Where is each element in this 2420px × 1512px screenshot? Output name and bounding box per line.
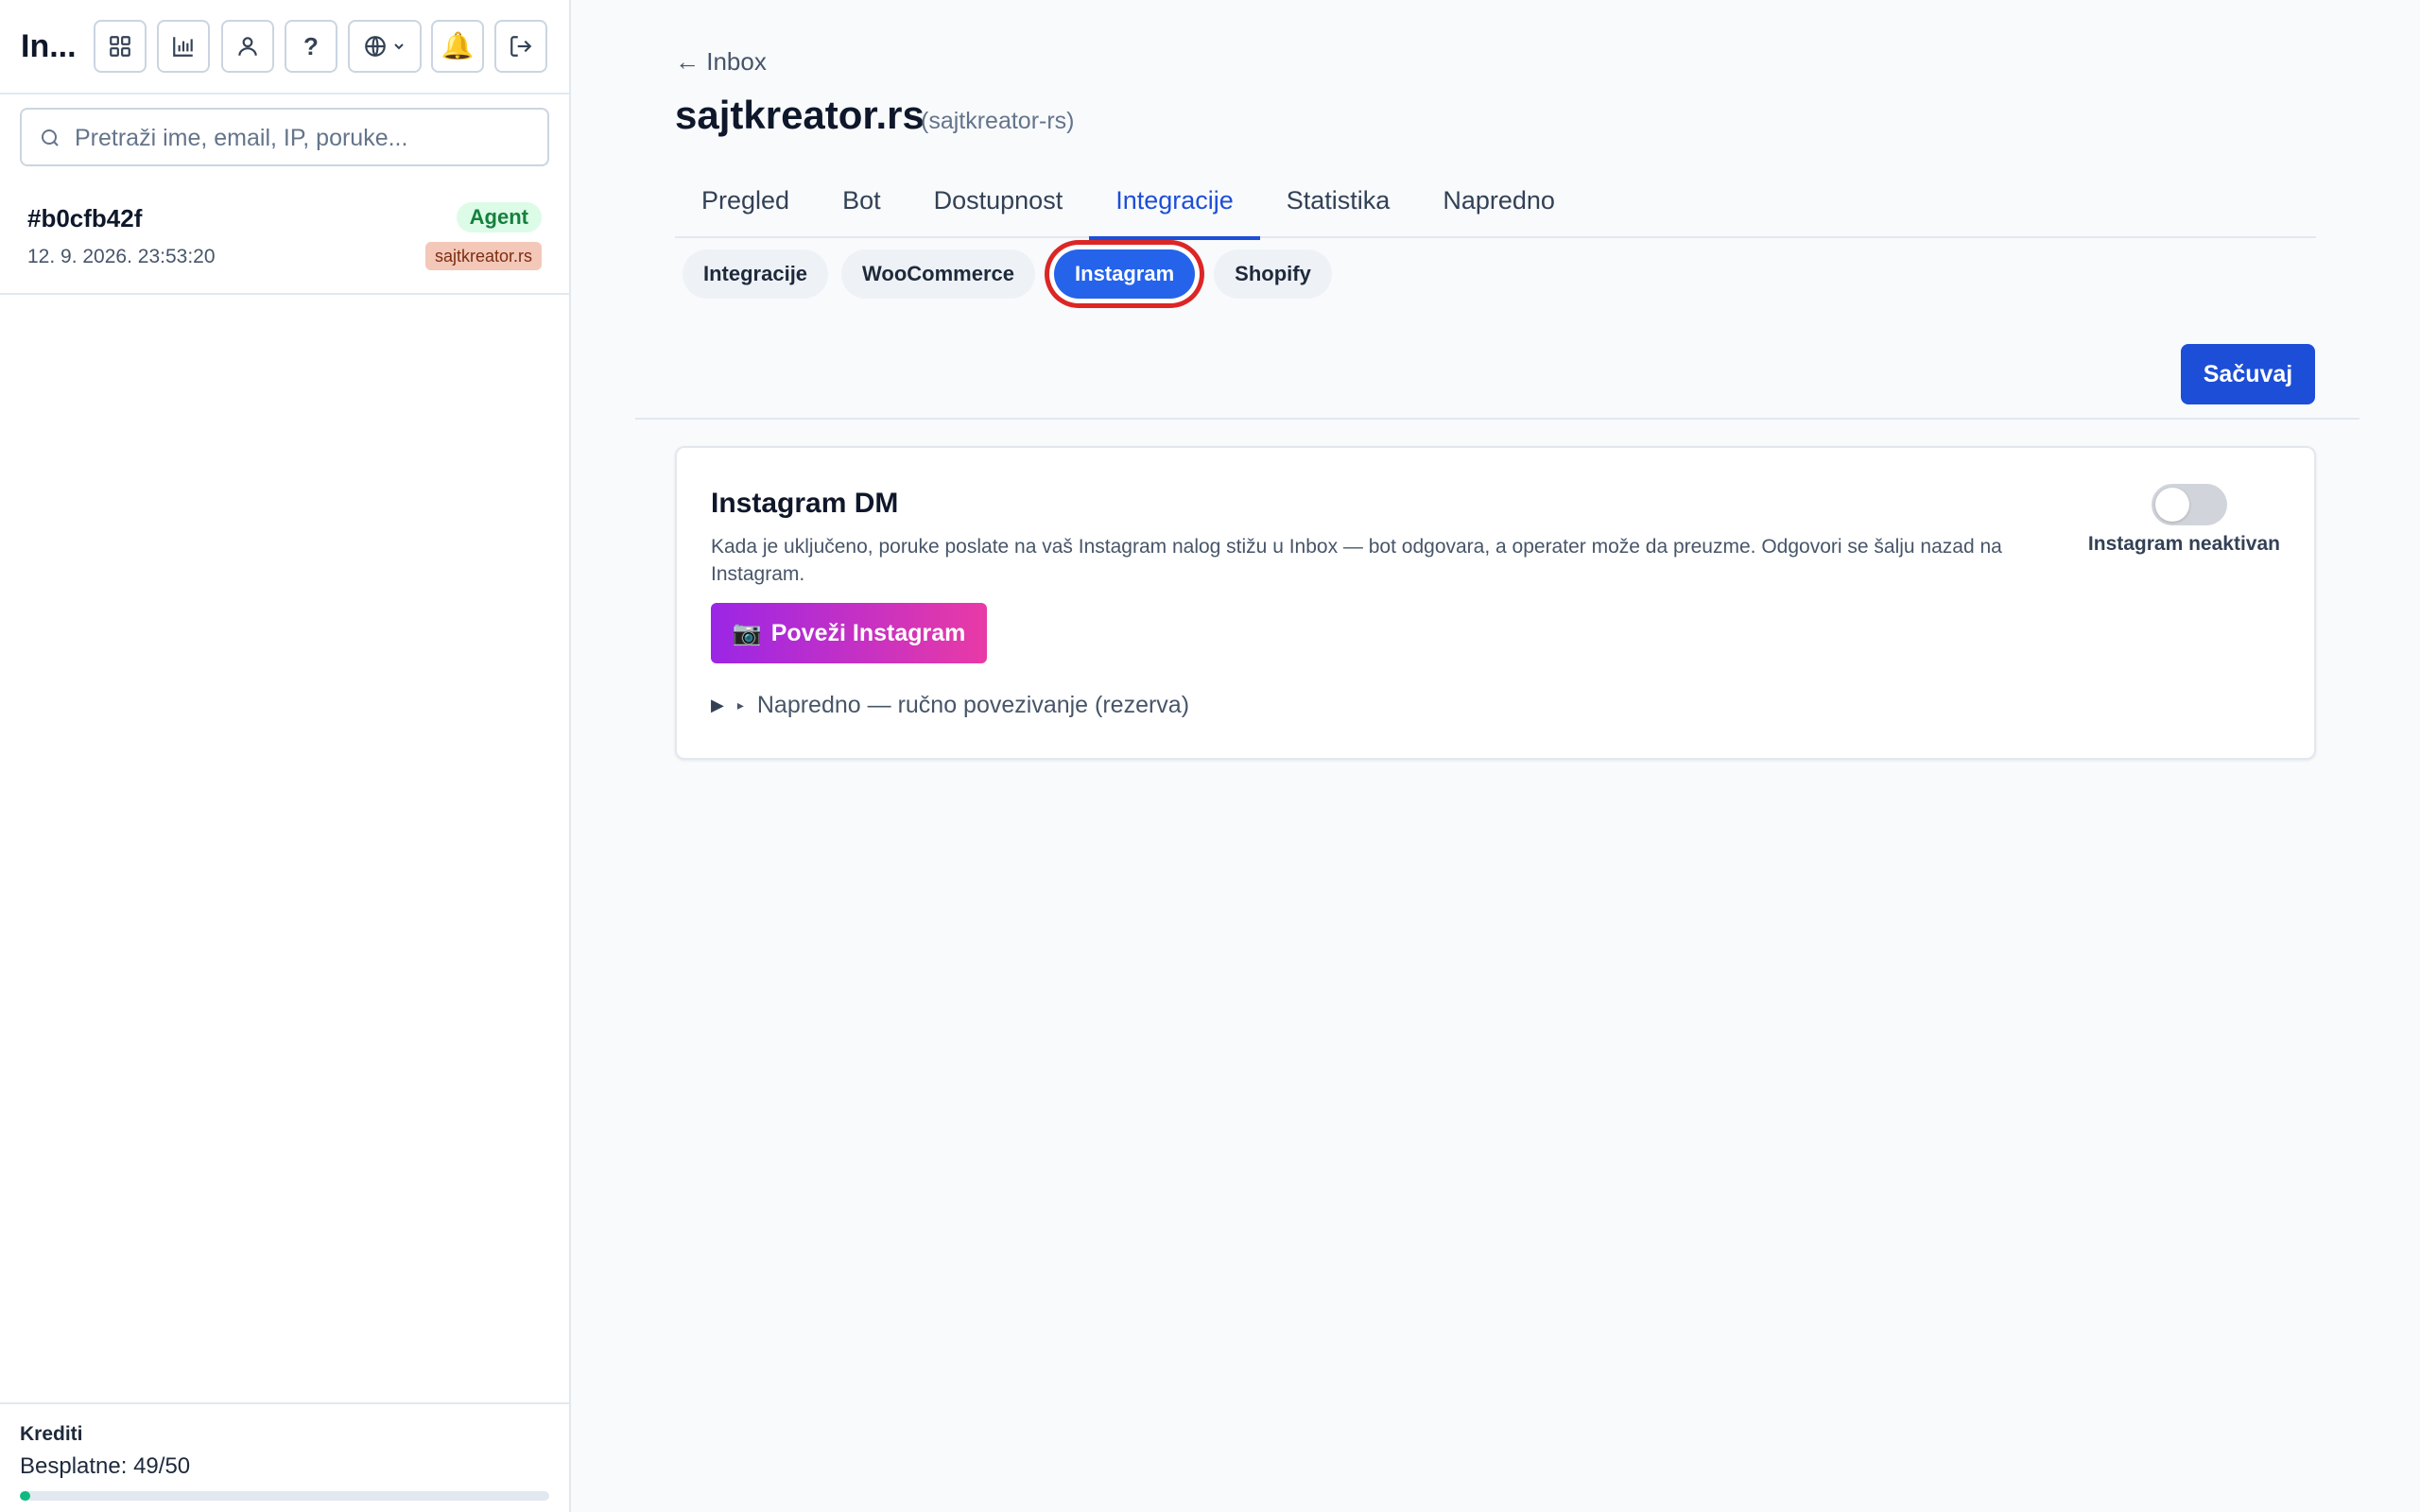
status-badge: Agent: [456, 202, 542, 232]
help-icon: ?: [303, 31, 319, 60]
sidebar-header: In... ? 🔔: [0, 0, 569, 94]
camera-icon: 📷: [732, 619, 762, 646]
tab-integracije[interactable]: Integracije: [1089, 180, 1260, 240]
conversation-timestamp: 12. 9. 2026. 23:53:20: [27, 246, 216, 267]
chart-icon: [173, 37, 193, 57]
conversation-id: #b0cfb42f: [27, 204, 143, 232]
tab-dostupnost[interactable]: Dostupnost: [908, 180, 1090, 238]
divider: [635, 418, 2360, 420]
help-button[interactable]: ?: [285, 20, 337, 73]
search-box: [20, 108, 549, 166]
settings-tabs: Pregled Bot Dostupnost Integracije Stati…: [675, 180, 2316, 240]
globe-icon: [365, 36, 386, 57]
search-input[interactable]: [75, 119, 538, 157]
tab-bot[interactable]: Bot: [816, 180, 908, 238]
integration-subtabs: Integracije WooCommerce Instagram Shopif…: [683, 249, 1332, 299]
page-title: sajtkreator.rs: [675, 93, 925, 137]
connect-instagram-button[interactable]: 📷 Poveži Instagram: [711, 603, 987, 663]
instagram-status-label: Instagram neaktivan: [2087, 533, 2280, 555]
subtab-shopify[interactable]: Shopify: [1214, 249, 1332, 299]
credits-progress-bar: [20, 1491, 549, 1501]
subtab-instagram[interactable]: Instagram: [1054, 249, 1196, 299]
subtab-integracije[interactable]: Integracije: [683, 249, 829, 299]
page-slug: (sajtkreator-rs): [921, 108, 1075, 134]
profile-button[interactable]: [221, 20, 274, 73]
instagram-toggle[interactable]: [2152, 484, 2227, 525]
chevron-down-icon: [394, 43, 404, 50]
app-title: In...: [21, 28, 77, 64]
caret-right-icon: ▶: [711, 696, 724, 714]
instagram-dm-card: Instagram DM Kada je uključeno, poruke p…: [675, 446, 2316, 760]
card-description: Kada je uključeno, poruke poslate na vaš…: [711, 536, 2002, 585]
bullet-icon: ▸: [736, 697, 744, 713]
dashboard-button[interactable]: [94, 20, 147, 73]
tab-pregled[interactable]: Pregled: [675, 180, 816, 238]
subtab-woocommerce[interactable]: WooCommerce: [841, 249, 1036, 299]
back-to-inbox-link[interactable]: ← Inbox: [675, 47, 767, 77]
conversation-item[interactable]: #b0cfb42f 12. 9. 2026. 23:53:20 Agent sa…: [0, 181, 569, 295]
sidebar: In... ? 🔔 #b0cfb42f 12. 9. 2026. 23:53:2…: [0, 0, 571, 1512]
tab-napredno[interactable]: Napredno: [1416, 180, 1582, 238]
credits-progress-fill: [20, 1491, 31, 1501]
user-icon: [238, 37, 257, 56]
card-title: Instagram DM: [711, 488, 899, 519]
grid-icon: [110, 36, 130, 57]
advanced-manual-connection-toggle[interactable]: ▶ ▸ Napredno — ručno povezivanje (rezerv…: [711, 692, 1189, 719]
statistics-button[interactable]: [157, 20, 210, 73]
notifications-button[interactable]: 🔔: [431, 20, 484, 73]
toggle-knob: [2155, 488, 2189, 522]
save-button[interactable]: Sačuvaj: [2181, 344, 2315, 404]
main-content: ← Inbox sajtkreator.rs (sajtkreator-rs) …: [571, 0, 2420, 1512]
site-badge: sajtkreator.rs: [424, 242, 542, 270]
logout-icon: [510, 36, 532, 57]
language-button[interactable]: [348, 20, 422, 73]
credits-label: Krediti: [20, 1423, 83, 1445]
connect-instagram-label: Poveži Instagram: [770, 619, 966, 646]
advanced-label: Napredno — ručno povezivanje (rezerva): [756, 692, 1190, 718]
search-icon: [42, 129, 59, 146]
logout-button[interactable]: [494, 20, 547, 73]
credits-panel: Krediti Besplatne: 49/50: [0, 1402, 569, 1512]
credits-value: Besplatne: 49/50: [20, 1453, 191, 1479]
bell-icon: 🔔: [441, 31, 475, 60]
tab-statistika[interactable]: Statistika: [1260, 180, 1417, 238]
